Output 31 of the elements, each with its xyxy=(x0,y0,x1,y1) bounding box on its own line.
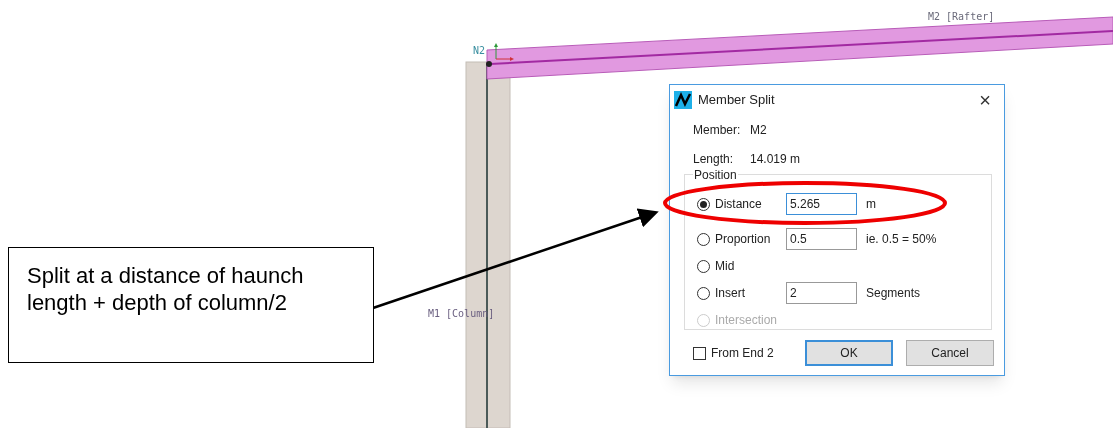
option-label: Distance xyxy=(715,196,763,213)
field-label: Length: xyxy=(693,151,735,168)
input-field[interactable]: 0.5 xyxy=(786,228,857,250)
option-label: Insert xyxy=(715,285,746,302)
field-value: 14.019 m xyxy=(750,151,801,168)
dialog-button[interactable]: OK xyxy=(805,340,893,366)
dialog-title: Member Split xyxy=(698,91,775,110)
node-icon xyxy=(486,61,492,67)
unit-label: m xyxy=(866,196,876,213)
unit-label: Segments xyxy=(866,285,921,302)
radio-button[interactable] xyxy=(697,286,710,300)
option-label: Proportion xyxy=(715,231,772,248)
callout-text: Split at a distance of haunch length + depth of column/2 xyxy=(27,262,305,316)
field-value: M2 xyxy=(750,122,767,139)
close-button[interactable]: × xyxy=(970,90,1000,110)
radio-button[interactable] xyxy=(697,259,710,273)
axis-icon xyxy=(494,43,514,61)
field-label: Member: xyxy=(693,122,742,139)
option-label: Mid xyxy=(715,258,736,275)
dialog-button[interactable]: Cancel xyxy=(906,340,994,366)
radio-button[interactable] xyxy=(697,197,710,211)
input-field[interactable]: 2 xyxy=(786,282,857,304)
checkbox-label: From End 2 xyxy=(711,345,774,362)
node-label: N2 xyxy=(473,44,486,58)
checkbox[interactable] xyxy=(693,346,706,360)
option-label: Intersection xyxy=(715,312,779,329)
app-logo-icon xyxy=(674,91,692,109)
input-field[interactable]: 5.265 xyxy=(786,193,857,215)
radio-button[interactable] xyxy=(697,232,710,246)
unit-label: ie. 0.5 = 50% xyxy=(866,231,937,248)
member-label: M2 [Rafter] xyxy=(928,10,995,24)
